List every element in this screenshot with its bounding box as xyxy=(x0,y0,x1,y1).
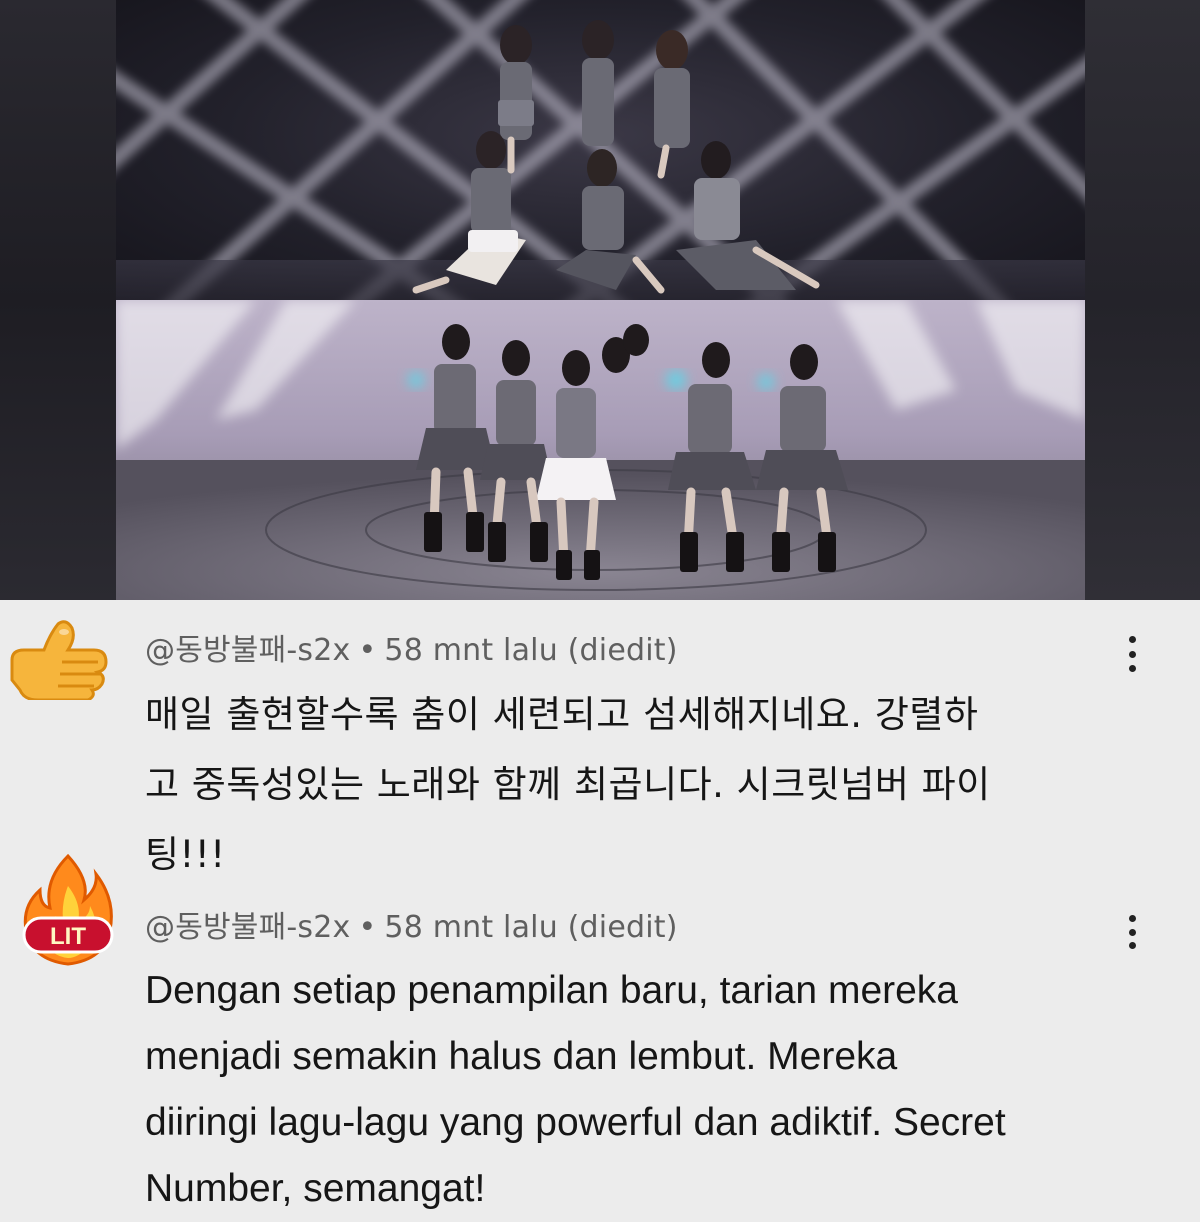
performance-photo-bottom xyxy=(116,300,1085,600)
frame-side-border-right xyxy=(1085,0,1200,600)
meta-separator: • xyxy=(358,910,377,945)
more-options-icon[interactable] xyxy=(1117,636,1147,672)
performance-photo-top xyxy=(116,0,1085,300)
frame-side-border-left xyxy=(0,0,116,600)
lit-badge-label: LIT xyxy=(50,923,86,950)
comment-author[interactable]: @동방불패-s2x xyxy=(145,633,351,668)
comment-meta: @동방불패-s2x • 58 mnt lalu (diedit) xyxy=(145,625,678,669)
comment-item-indonesian: LIT @동방불패-s2x • 58 mnt lalu (diedit) Denga… xyxy=(0,853,1200,1210)
comment-item-korean: @동방불패-s2x • 58 mnt lalu (diedit) 매일 출현할수록 … xyxy=(0,600,1200,900)
comment-time: 58 mnt lalu (diedit) xyxy=(384,633,678,668)
comment-meta: @동방불패-s2x • 58 mnt lalu (diedit) xyxy=(145,902,678,946)
lit-fire-icon: LIT xyxy=(18,850,118,970)
comment-text: 매일 출현할수록 춤이 세련되고 섬세해지네요. 강렬하 고 중독성있는 노래와… xyxy=(145,693,991,876)
more-options-icon[interactable] xyxy=(1117,915,1147,949)
comment-author[interactable]: @동방불패-s2x xyxy=(145,910,351,945)
comment-time: 58 mnt lalu (diedit) xyxy=(384,910,678,945)
stage-lattice-image xyxy=(116,0,1085,300)
comment-text: Dengan setiap penampilan baru, tarian me… xyxy=(145,969,1006,1210)
meta-separator: • xyxy=(358,633,377,668)
thumbs-up-icon xyxy=(2,620,112,702)
stage-dance-image xyxy=(116,300,1085,600)
video-frames xyxy=(0,0,1200,600)
